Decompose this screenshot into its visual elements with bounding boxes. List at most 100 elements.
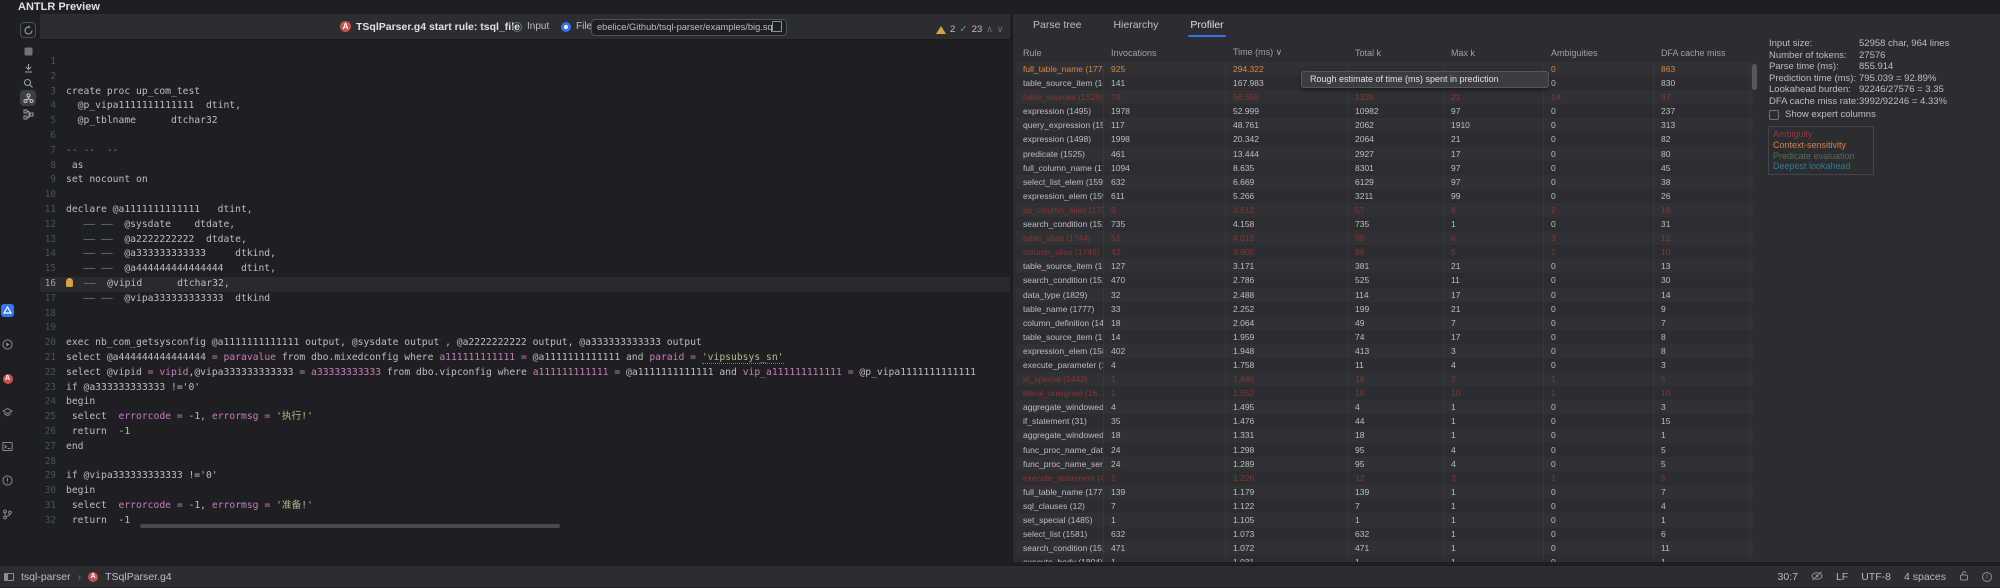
table-row[interactable]: search_condition (1516)4711.0724711011 — [1016, 541, 1754, 555]
code-line[interactable]: —— @vipid dtchar32, — [66, 277, 1010, 292]
profiler-icon[interactable] — [20, 90, 36, 106]
column-header-invocations[interactable]: Invocations — [1104, 48, 1226, 58]
code-line[interactable]: select errorcode = -1, errormsg = '准备!' — [66, 499, 1010, 514]
antlr-preview-icon[interactable] — [1, 304, 14, 317]
column-header-dfa-cache-miss[interactable]: DFA cache miss — [1654, 48, 1751, 58]
code-line[interactable]: begin — [66, 484, 1010, 499]
column-header-time-ms-[interactable]: Time (ms) ∨ — [1226, 47, 1348, 58]
inspections-widget[interactable]: 2 ✓23 ∧ ∨ — [936, 24, 1003, 35]
code-line[interactable] — [66, 307, 1010, 322]
next-problem-icon[interactable]: ∨ — [997, 24, 1004, 35]
file-radio-label[interactable]: File — [576, 21, 592, 32]
code-line[interactable]: exec nb_com_getsysconfig @a1111111111111… — [66, 336, 1010, 351]
copy-path-icon[interactable] — [774, 23, 782, 32]
code-line[interactable]: —— —— @a444444444444444 dtint, — [66, 262, 1010, 277]
horizontal-scrollbar[interactable] — [140, 524, 560, 528]
tab-parse-tree[interactable]: Parse tree — [1031, 16, 1083, 34]
code-line[interactable]: —— —— @sysdate dtdate, — [66, 218, 1010, 233]
table-row[interactable]: full_table_name (1773)1391.179139107 — [1016, 485, 1754, 499]
code-line[interactable]: if @a333333333333 !='0' — [66, 381, 1010, 396]
run-icon[interactable] — [1, 338, 14, 351]
code-line[interactable] — [66, 321, 1010, 336]
table-row[interactable]: id_special (1443)11.64616315 — [1016, 372, 1754, 386]
code-line[interactable]: select errorcode = -1, errormsg = '执行!' — [66, 410, 1010, 425]
code-editor[interactable]: 1234567891011121314151617181920212223242… — [40, 40, 1010, 530]
antlr-icon[interactable]: A — [1, 372, 14, 385]
tree-icon[interactable] — [20, 106, 36, 122]
table-row[interactable]: as_column_alias (1734)94.612578218 — [1016, 203, 1754, 217]
show-expert-columns-row[interactable]: Show expert columns — [1769, 109, 1876, 120]
breadcrumb-project[interactable]: tsql-parser — [21, 571, 71, 583]
layers-icon[interactable] — [1, 406, 14, 419]
code-line[interactable]: —— —— @a2222222222 dtdate, — [66, 233, 1010, 248]
caret-position[interactable]: 30:7 — [1778, 571, 1798, 583]
code-line[interactable]: select @a444444444444444 = paravalue fro… — [66, 351, 1010, 366]
table-row[interactable]: table_sources (1529)7456.5561336211497 — [1016, 90, 1754, 104]
column-header-rule[interactable]: Rule — [1016, 48, 1104, 58]
tab-hierarchy[interactable]: Hierarchy — [1111, 16, 1160, 34]
encoding-selector[interactable]: UTF-8 — [1861, 571, 1891, 583]
notifications-icon[interactable]: ! — [1982, 572, 1992, 582]
profiler-table-header[interactable]: RuleInvocationsTime (ms) ∨Total kMax kAm… — [1016, 39, 1754, 62]
input-radio[interactable] — [512, 22, 522, 32]
code-line[interactable] — [66, 188, 1010, 203]
code-line[interactable]: return -1 — [66, 425, 1010, 440]
code-line[interactable]: as — [66, 159, 1010, 174]
file-path-input[interactable]: ebelice/Github/tsql-parser/examples/big.… — [591, 19, 787, 36]
git-branch-icon[interactable] — [1, 508, 14, 521]
table-row[interactable]: column_alias (1746)423.905865210 — [1016, 245, 1754, 259]
refresh-icon[interactable] — [20, 22, 36, 38]
table-row[interactable]: table_name (1777)332.2521992109 — [1016, 302, 1754, 316]
table-row[interactable]: set_special (1485)11.1051101 — [1016, 513, 1754, 527]
line-ending-selector[interactable]: LF — [1836, 571, 1848, 583]
column-header-ambiguities[interactable]: Ambiguities — [1544, 48, 1654, 58]
breadcrumb-file[interactable]: TSqlParser.g4 — [105, 571, 172, 583]
indent-selector[interactable]: 4 spaces — [1904, 571, 1946, 583]
table-row[interactable]: execute_body (1804)11.0311101 — [1016, 555, 1754, 562]
prev-problem-icon[interactable]: ∧ — [986, 24, 993, 35]
code-line[interactable]: end — [66, 440, 1010, 455]
code-line[interactable] — [66, 55, 1010, 70]
table-row[interactable]: search_condition (1517)4702.78652511030 — [1016, 273, 1754, 287]
code-line[interactable]: create proc up_com_test — [66, 85, 1010, 100]
column-header-max-k[interactable]: Max k — [1444, 48, 1544, 58]
code-line[interactable]: set nocount on — [66, 173, 1010, 188]
table-row[interactable]: query_expression (1527)11748.76120621910… — [1016, 118, 1754, 132]
intention-bulb-icon[interactable] — [66, 278, 73, 287]
code-line[interactable]: begin — [66, 395, 1010, 410]
table-row[interactable]: expression_elem (1589)4021.948413308 — [1016, 344, 1754, 358]
show-expert-columns-checkbox[interactable] — [1769, 110, 1779, 120]
code-line[interactable]: @p_tblname dtchar32 — [66, 114, 1010, 129]
project-window-icon[interactable] — [4, 573, 14, 581]
scroll-to-source-icon[interactable] — [20, 60, 36, 76]
search-icon[interactable] — [20, 75, 36, 91]
terminal-icon[interactable] — [1, 440, 14, 453]
table-row[interactable]: func_proc_name_serv...241.28995405 — [1016, 457, 1754, 471]
lock-icon[interactable] — [1959, 570, 1969, 584]
table-row[interactable]: if_statement (31)351.476441015 — [1016, 414, 1754, 428]
table-row[interactable]: full_column_name (17...10948.63583019704… — [1016, 161, 1754, 175]
highlighting-off-icon[interactable] — [1811, 571, 1823, 584]
table-row[interactable]: execute_parameter (1...41.75811403 — [1016, 358, 1754, 372]
table-row[interactable]: expression_elem (1590)6115.266321199026 — [1016, 189, 1754, 203]
table-row[interactable]: func_proc_name_data...241.29895405 — [1016, 443, 1754, 457]
code-line[interactable]: -- -- -- — [66, 144, 1010, 159]
table-row[interactable]: predicate (1525)46113.444292717080 — [1016, 147, 1754, 161]
table-row[interactable]: data_type (1829)322.48811417014 — [1016, 288, 1754, 302]
file-radio[interactable] — [561, 22, 571, 32]
table-row[interactable]: table_alias (1744)514.012986312 — [1016, 231, 1754, 245]
table-row[interactable]: aggregate_windowed...41.4954103 — [1016, 400, 1754, 414]
code-line[interactable]: @p_vipa1111111111111 dtint, — [66, 99, 1010, 114]
code-line[interactable] — [66, 455, 1010, 470]
code-line[interactable]: select @vipid = vipid,@vipa333333333333 … — [66, 366, 1010, 381]
code-line[interactable] — [66, 70, 1010, 85]
table-row[interactable]: execute_statement (4...21.22612316 — [1016, 471, 1754, 485]
table-row[interactable]: literal_unsigned (16...11.5521810110 — [1016, 386, 1754, 400]
table-row[interactable]: column_definition (1421)182.06449707 — [1016, 316, 1754, 330]
table-row[interactable]: aggregate_windowed...181.33118101 — [1016, 428, 1754, 442]
code-line[interactable]: if @vipa333333333333 !='0' — [66, 469, 1010, 484]
table-row[interactable]: search_condition (1519)7354.1587351031 — [1016, 217, 1754, 231]
problems-icon[interactable] — [1, 474, 14, 487]
table-row[interactable]: select_list (1581)6321.073632106 — [1016, 527, 1754, 541]
table-vertical-scrollbar[interactable] — [1752, 64, 1757, 90]
